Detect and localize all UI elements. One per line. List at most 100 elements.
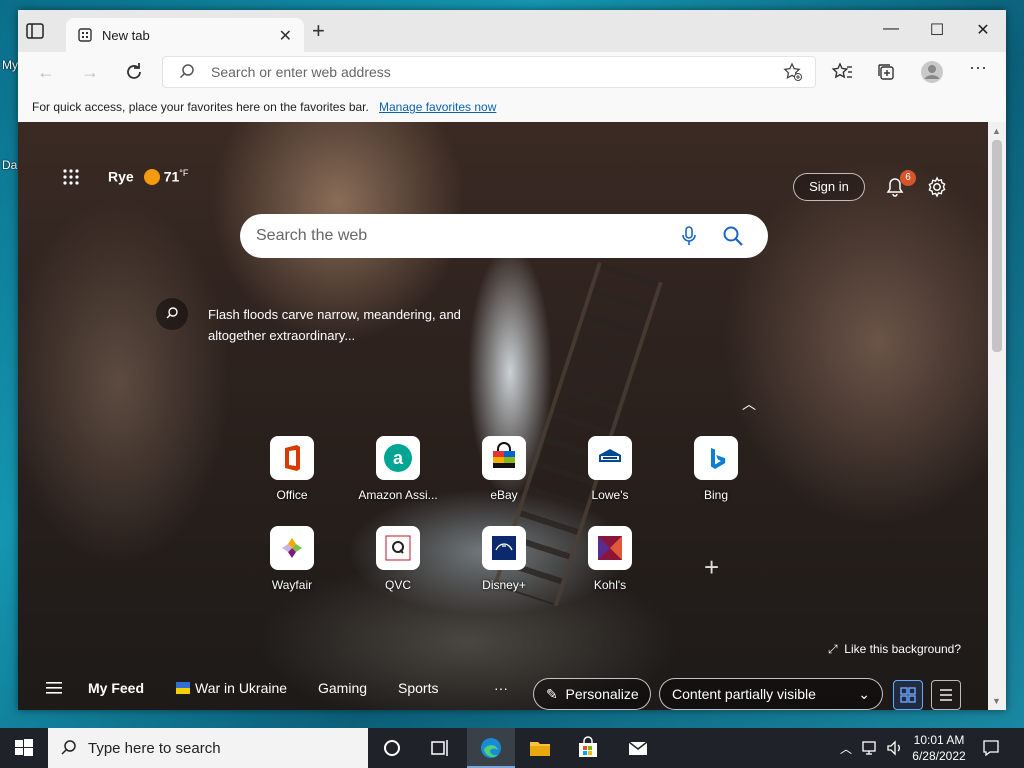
browser-window: New tab ✕ + — ☐ ✕ ← → Search or enter we…	[18, 10, 1006, 710]
volume-icon[interactable]	[886, 740, 904, 756]
personalize-label: Personalize	[565, 686, 639, 702]
title-bar: New tab ✕ + — ☐ ✕	[18, 10, 1006, 52]
scroll-down-arrow-icon[interactable]: ▼	[992, 696, 1001, 706]
show-hidden-icons-chevron-up-icon[interactable]: ︿	[840, 740, 852, 757]
grid-view-button[interactable]	[893, 680, 923, 710]
content-visibility-dropdown[interactable]: Content partially visible ⌄	[659, 678, 883, 710]
web-search-icon[interactable]	[722, 225, 744, 247]
quick-link-wayfair[interactable]: Wayfair	[244, 526, 340, 592]
weather-location: Rye	[108, 168, 134, 185]
ebay-icon	[482, 436, 526, 480]
settings-and-more-icon[interactable]: ···	[966, 58, 990, 84]
list-view-button[interactable]	[931, 680, 961, 710]
taskbar-search-box[interactable]: Type here to search	[48, 728, 368, 768]
web-search-box[interactable]: Search the web	[240, 214, 768, 258]
feed-menu-icon[interactable]	[46, 682, 62, 694]
tab-gaming[interactable]: Gaming	[318, 680, 367, 696]
profile-avatar-icon[interactable]	[920, 60, 944, 84]
weather-unit: °F	[179, 168, 189, 178]
maximize-button[interactable]: ☐	[914, 20, 960, 40]
fact-search-icon[interactable]	[156, 298, 188, 330]
quick-link-kohls[interactable]: Kohl's	[562, 526, 658, 592]
page-settings-gear-icon[interactable]	[926, 176, 948, 198]
tab-actions-icon[interactable]	[26, 23, 44, 39]
windows-start-icon[interactable]	[12, 736, 36, 760]
quick-link-label: eBay	[490, 488, 518, 502]
mail-icon[interactable]	[626, 736, 650, 760]
quick-link-label: Wayfair	[271, 578, 313, 592]
close-tab-icon[interactable]: ✕	[279, 26, 292, 46]
lowes-icon	[588, 436, 632, 480]
personalize-button[interactable]: ✎ Personalize	[533, 678, 651, 710]
scrollbar-thumb[interactable]	[992, 140, 1002, 352]
edge-taskbar-button[interactable]	[467, 728, 515, 768]
like-background-label: Like this background?	[844, 642, 962, 656]
chevron-down-icon: ⌄	[858, 686, 870, 702]
tab-new-tab[interactable]: New tab ✕	[66, 18, 304, 52]
desktop-icon-label[interactable]: Da	[2, 158, 17, 172]
tab-label: War in Ukraine	[195, 680, 288, 696]
task-view-icon[interactable]	[428, 736, 452, 760]
background-fact-text[interactable]: Flash floods carve narrow, meandering, a…	[208, 304, 468, 346]
address-placeholder: Search or enter web address	[211, 64, 391, 80]
cortana-icon[interactable]	[380, 736, 404, 760]
scroll-up-arrow-icon[interactable]: ▲	[992, 126, 1001, 136]
add-favorite-icon[interactable]	[783, 62, 803, 82]
collapse-chevron-up-icon[interactable]: ︿	[742, 394, 756, 414]
quick-link-label: QVC	[384, 578, 411, 592]
quick-link-disney-plus[interactable]: Disney+	[456, 526, 552, 592]
quick-link-ebay[interactable]: eBay	[456, 436, 552, 502]
pencil-icon: ✎	[546, 686, 558, 702]
taskbar-search-placeholder: Type here to search	[88, 740, 221, 757]
microphone-icon[interactable]	[680, 225, 698, 247]
app-launcher-icon[interactable]	[62, 168, 80, 186]
network-icon[interactable]	[862, 740, 880, 756]
new-tab-button[interactable]: +	[312, 20, 325, 42]
disney-plus-icon	[482, 526, 526, 570]
favorites-icon[interactable]	[830, 60, 854, 84]
taskbar-search-icon	[61, 740, 76, 755]
taskbar: Type here to search ︿ 10:01 AM 6/28/2022	[0, 728, 1024, 768]
quick-link-label: Bing	[703, 488, 729, 502]
wayfair-icon	[270, 526, 314, 570]
close-window-button[interactable]: ✕	[960, 20, 1006, 40]
address-bar[interactable]: Search or enter web address	[162, 56, 816, 88]
weather-temp: 71	[163, 168, 180, 185]
manage-favorites-link[interactable]: Manage favorites now	[379, 100, 496, 114]
quick-link-amazon-assistant[interactable]: a Amazon Assi...	[350, 436, 446, 502]
quick-link-lowes[interactable]: Lowe's	[562, 436, 658, 502]
quick-link-qvc[interactable]: QVC	[350, 526, 446, 592]
search-icon	[179, 64, 194, 79]
quick-link-office[interactable]: Office	[244, 436, 340, 502]
tab-title: New tab	[102, 28, 150, 43]
expand-arrows-icon: ⤢	[828, 642, 838, 656]
favorites-bar-message: For quick access, place your favorites h…	[32, 100, 369, 114]
new-tab-page: Rye 71°F Sign in 6 Search the web Flash f…	[18, 122, 988, 710]
file-explorer-icon[interactable]	[528, 736, 552, 760]
quick-link-bing[interactable]: Bing	[668, 436, 764, 502]
microsoft-store-icon[interactable]	[576, 736, 600, 760]
minimize-button[interactable]: —	[868, 20, 914, 38]
office-icon	[270, 436, 314, 480]
edge-browser-icon	[481, 738, 501, 758]
tab-sports[interactable]: Sports	[398, 680, 438, 696]
quick-link-label: Amazon Assi...	[358, 488, 438, 502]
more-topics-button[interactable]: ···	[494, 680, 508, 696]
back-button[interactable]: ←	[34, 60, 58, 84]
qvc-icon	[376, 526, 420, 570]
vertical-scrollbar[interactable]: ▲ ▼	[988, 122, 1006, 710]
desktop-icon-label[interactable]: My	[2, 58, 18, 72]
refresh-icon[interactable]	[122, 60, 146, 84]
tab-war-in-ukraine[interactable]: War in Ukraine	[176, 680, 287, 696]
weather-widget[interactable]: Rye 71°F	[108, 168, 188, 185]
tab-my-feed[interactable]: My Feed	[88, 680, 144, 696]
svg-text:a: a	[393, 448, 404, 468]
sign-in-button[interactable]: Sign in	[793, 173, 865, 201]
taskbar-clock[interactable]: 10:01 AM 6/28/2022	[910, 732, 968, 764]
forward-button[interactable]: →	[78, 60, 102, 84]
add-quick-link-button[interactable]: +	[704, 552, 719, 583]
like-background-button[interactable]: ⤢ Like this background?	[828, 642, 961, 657]
web-search-placeholder: Search the web	[256, 227, 368, 244]
collections-icon[interactable]	[874, 60, 898, 84]
action-center-icon[interactable]	[982, 739, 1000, 757]
